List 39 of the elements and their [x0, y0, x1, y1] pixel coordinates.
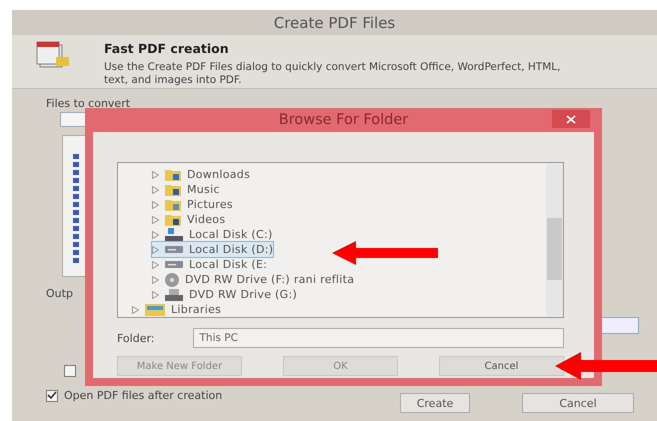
folder-field[interactable]: This PC [192, 328, 564, 348]
tree-item[interactable]: Local Disk (C:) [152, 227, 273, 242]
header-description: Use the Create PDF Files dialog to quickly convert Microsoft Office, WordPerfect, HTML, text, and images into PDF. [104, 61, 562, 88]
scrollbar-thumb[interactable] [547, 218, 562, 280]
section-label: Outp [46, 287, 73, 300]
checkbox-label: Open PDF files after creation [64, 389, 222, 402]
folder-icon [165, 168, 181, 181]
window-title: Create PDF Files [12, 10, 657, 35]
tree-item[interactable]: DVD RW Drive (G:) [152, 287, 298, 302]
field-label: Folder: [117, 332, 155, 344]
disc-icon [165, 272, 179, 286]
drive-icon [165, 288, 183, 300]
close-button[interactable] [552, 110, 590, 128]
tree-item[interactable]: Pictures [152, 197, 233, 212]
library-icon [145, 304, 165, 316]
drive-icon [165, 261, 183, 268]
dialog-button[interactable]: Cancel [522, 393, 634, 413]
tree-item[interactable]: Local Disk (D:) [152, 242, 274, 257]
drive-icon [165, 246, 183, 253]
checkbox[interactable] [64, 365, 76, 377]
drive-icon [165, 228, 183, 241]
tree-item[interactable]: DVD RW Drive (F:) rani reflita [152, 272, 354, 287]
section-label: Files to convert [46, 97, 130, 110]
close-icon [566, 114, 576, 124]
tree-item[interactable]: Local Disk (E: [152, 257, 268, 272]
tree-item[interactable]: Libraries [132, 302, 222, 317]
dialog-title: Browse For Folder [278, 112, 408, 128]
folder-icon [165, 213, 181, 226]
tree-item[interactable]: Music [152, 182, 220, 197]
documents-icon [36, 41, 70, 69]
dialog-button[interactable]: Create [400, 393, 470, 413]
checkbox[interactable] [46, 390, 58, 402]
folder-icon [165, 198, 181, 211]
tree-item[interactable]: Downloads [152, 167, 250, 182]
expand-icon[interactable] [132, 306, 139, 314]
folder-icon [165, 183, 181, 196]
dialog-button[interactable]: Cancel [439, 356, 564, 376]
header-title: Fast PDF creation [104, 41, 230, 56]
tree-item[interactable]: Videos [152, 212, 226, 227]
